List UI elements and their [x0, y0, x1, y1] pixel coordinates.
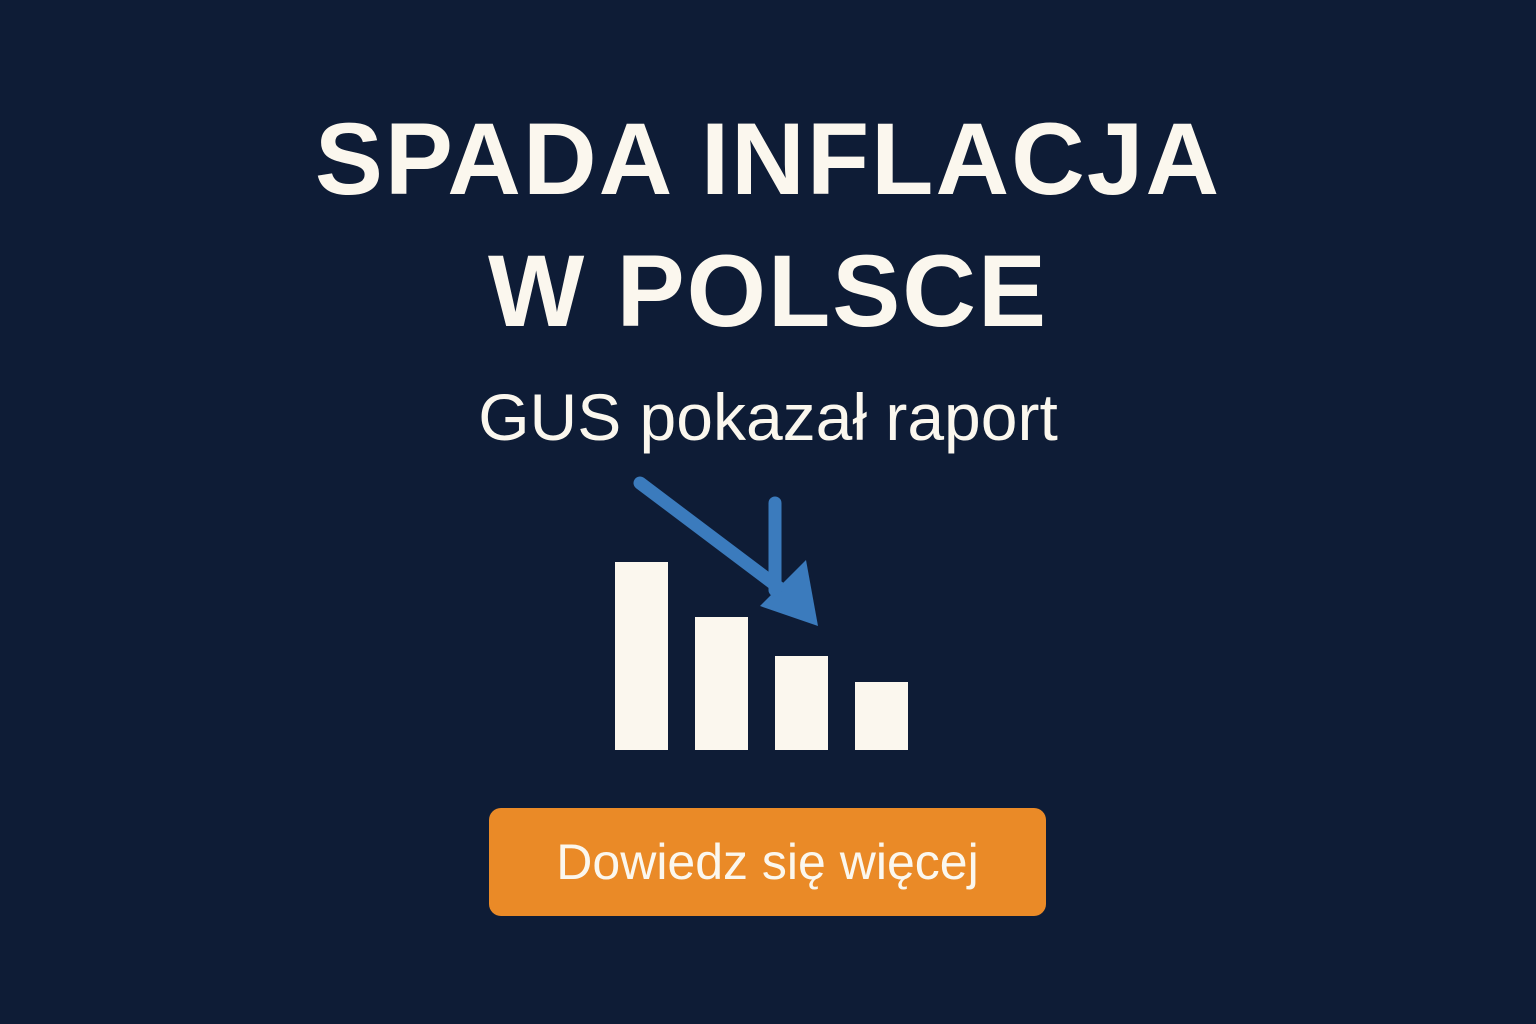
- icon-bar: [775, 656, 828, 750]
- icon-bar: [855, 682, 908, 750]
- learn-more-button[interactable]: Dowiedz się więcej: [489, 808, 1046, 916]
- icon-bar: [695, 617, 748, 750]
- icon-bar: [615, 562, 668, 750]
